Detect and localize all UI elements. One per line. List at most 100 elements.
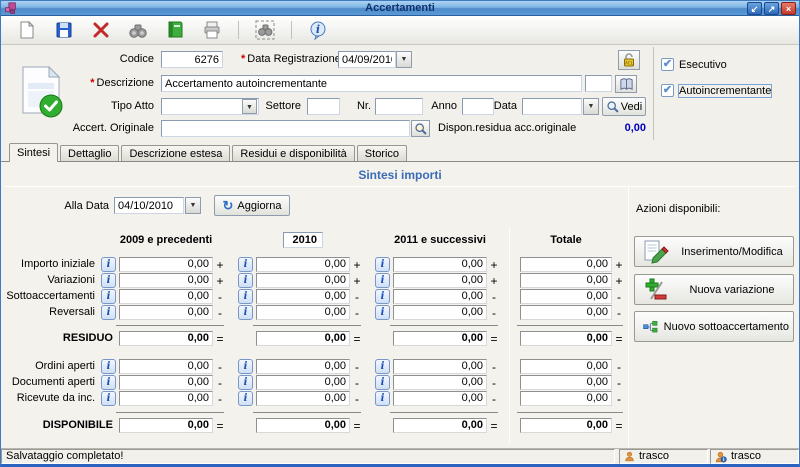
amount-field[interactable]: 0,00 xyxy=(256,391,350,406)
settore-input[interactable] xyxy=(307,98,340,115)
codice-input[interactable] xyxy=(161,51,223,68)
amount-field[interactable]: 0,00 xyxy=(119,305,213,320)
amount-field[interactable]: 0,00 xyxy=(520,273,612,288)
info-icon[interactable]: i xyxy=(101,289,116,304)
data-atto-dropdown[interactable]: ▼ xyxy=(583,98,599,115)
info-icon[interactable]: i xyxy=(101,391,116,406)
amount-field[interactable]: 0,00 xyxy=(393,289,487,304)
amount-field[interactable]: 0,00 xyxy=(520,391,612,406)
nuovo-sottoaccertamento-button[interactable]: Nuovo sottoaccertamento xyxy=(634,311,794,342)
data-registrazione-input[interactable] xyxy=(338,51,396,68)
amount-field[interactable]: 0,00 xyxy=(520,418,612,433)
checkmark-icon[interactable]: ✔ xyxy=(661,84,674,97)
info-icon[interactable]: i xyxy=(238,391,253,406)
amount-field[interactable]: 0,00 xyxy=(119,257,213,272)
info-icon[interactable]: i xyxy=(238,289,253,304)
print-button[interactable] xyxy=(200,18,224,42)
tab-descrizione-estesa[interactable]: Descrizione estesa xyxy=(121,145,231,161)
amount-field[interactable]: 0,00 xyxy=(256,331,350,346)
amount-field[interactable]: 0,00 xyxy=(119,331,213,346)
amount-field[interactable]: 0,00 xyxy=(393,305,487,320)
anno-input[interactable] xyxy=(462,98,494,115)
info-icon[interactable]: i xyxy=(101,305,116,320)
amount-field[interactable]: 0,00 xyxy=(393,257,487,272)
amount-field[interactable]: 0,00 xyxy=(256,305,350,320)
restore-down-button[interactable]: ↙ xyxy=(747,2,762,15)
close-button[interactable]: × xyxy=(781,2,796,15)
tab-sintesi[interactable]: Sintesi xyxy=(9,143,59,162)
info-icon[interactable]: i xyxy=(375,257,390,272)
info-icon[interactable]: i xyxy=(375,359,390,374)
info-icon[interactable]: i xyxy=(238,257,253,272)
checkmark-icon[interactable]: ✔ xyxy=(661,58,674,71)
amount-field[interactable]: 0,00 xyxy=(119,359,213,374)
amount-field[interactable]: 0,00 xyxy=(119,375,213,390)
amount-field[interactable]: 0,00 xyxy=(520,359,612,374)
accert-originale-input[interactable] xyxy=(161,120,410,137)
amount-field[interactable]: 0,00 xyxy=(256,375,350,390)
info-icon[interactable]: i xyxy=(375,375,390,390)
archive-button[interactable] xyxy=(163,18,187,42)
amount-field[interactable]: 0,00 xyxy=(393,331,487,346)
amount-field[interactable]: 0,00 xyxy=(256,359,350,374)
amount-field[interactable]: 0,00 xyxy=(520,331,612,346)
amount-field[interactable]: 0,00 xyxy=(119,273,213,288)
esecutivo-checkbox[interactable]: ✔ Esecutivo xyxy=(661,58,727,71)
info-icon[interactable]: i xyxy=(238,359,253,374)
titlebar[interactable]: Accertamenti ↙ ↗ × xyxy=(1,1,799,16)
aggiorna-button[interactable]: ↻ Aggiorna xyxy=(214,195,290,216)
info-icon[interactable]: i xyxy=(101,375,116,390)
amount-field[interactable]: 0,00 xyxy=(520,289,612,304)
amount-field[interactable]: 0,00 xyxy=(119,391,213,406)
info-icon[interactable]: i xyxy=(238,375,253,390)
info-icon[interactable]: i xyxy=(375,273,390,288)
amount-field[interactable]: 0,00 xyxy=(520,257,612,272)
amount-field[interactable]: 0,00 xyxy=(393,273,487,288)
info-icon[interactable]: i xyxy=(375,305,390,320)
nr-input[interactable] xyxy=(375,98,423,115)
descrizione-input[interactable] xyxy=(161,75,582,92)
tab-dettaglio[interactable]: Dettaglio xyxy=(60,145,120,161)
info-icon[interactable]: i xyxy=(101,257,116,272)
info-button[interactable]: i xyxy=(306,18,330,42)
info-icon[interactable]: i xyxy=(375,391,390,406)
search-button[interactable] xyxy=(126,18,150,42)
delete-button[interactable] xyxy=(89,18,113,42)
info-icon[interactable]: i xyxy=(238,305,253,320)
inserimento-modifica-button[interactable]: Inserimento/Modifica xyxy=(634,236,794,267)
amount-field[interactable]: 0,00 xyxy=(393,375,487,390)
nuova-variazione-button[interactable]: Nuova variazione xyxy=(634,274,794,305)
vedi-button[interactable]: Vedi xyxy=(602,97,646,116)
info-icon[interactable]: i xyxy=(375,289,390,304)
accert-originale-search-button[interactable] xyxy=(411,120,430,137)
info-icon[interactable]: i xyxy=(101,273,116,288)
amount-field[interactable]: 0,00 xyxy=(119,418,213,433)
amount-field[interactable]: 0,00 xyxy=(520,305,612,320)
restore-up-button[interactable]: ↗ xyxy=(764,2,779,15)
amount-field[interactable]: 0,00 xyxy=(520,375,612,390)
amount-field[interactable]: 0,00 xyxy=(393,359,487,374)
info-icon[interactable]: i xyxy=(101,359,116,374)
lock-button[interactable]: ACL xyxy=(618,50,640,70)
data-registrazione-dropdown[interactable]: ▼ xyxy=(396,51,412,68)
amount-field[interactable]: 0,00 xyxy=(393,418,487,433)
save-button[interactable] xyxy=(52,18,76,42)
amount-field[interactable]: 0,00 xyxy=(393,391,487,406)
new-button[interactable] xyxy=(15,18,39,42)
amount-field[interactable]: 0,00 xyxy=(256,273,350,288)
alla-data-input[interactable] xyxy=(114,197,184,214)
info-icon[interactable]: i xyxy=(238,273,253,288)
amount-field[interactable]: 0,00 xyxy=(256,289,350,304)
dictionary-button[interactable] xyxy=(615,75,637,93)
amount-field[interactable]: 0,00 xyxy=(256,418,350,433)
descrizione-code-input[interactable] xyxy=(585,75,612,92)
search-selection-button[interactable] xyxy=(253,18,277,42)
autoincrementante-checkbox[interactable]: ✔ Autoincrementante xyxy=(661,83,773,98)
amount-field[interactable]: 0,00 xyxy=(119,289,213,304)
amount-field[interactable]: 0,00 xyxy=(256,257,350,272)
tipo-atto-dropdown[interactable]: ▼ xyxy=(242,99,257,114)
tab-storico[interactable]: Storico xyxy=(356,145,408,161)
tab-residui-disponibilita[interactable]: Residui e disponibilità xyxy=(232,145,355,161)
data-atto-input[interactable] xyxy=(522,98,582,115)
alla-data-dropdown[interactable]: ▼ xyxy=(185,197,201,214)
